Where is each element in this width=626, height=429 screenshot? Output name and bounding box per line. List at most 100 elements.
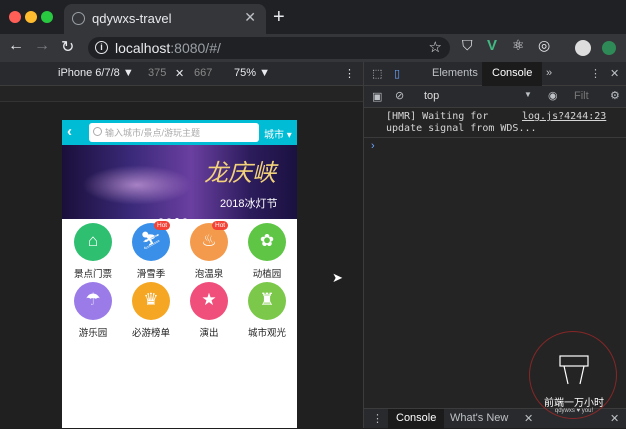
zoom-select[interactable]: 75% ▼	[234, 67, 270, 79]
category-label: 动植园	[252, 269, 282, 280]
mobile-page: ‹ 输入城市/景点/游玩主题 城市 ▾ 龙庆峡 2018冰灯节 ⌂ 景点门票 ⛷ Ho…	[62, 120, 297, 428]
dimension-times: ✕	[175, 68, 185, 80]
close-window-button[interactable]	[9, 11, 21, 23]
category-item[interactable]: ⛷ Hot 滑雪季	[122, 221, 180, 281]
eye-icon[interactable]: ◉	[548, 89, 558, 102]
app-header: ‹ 输入城市/景点/游玩主题 城市 ▾	[62, 120, 297, 145]
category-glyph-icon: ✿	[259, 231, 275, 250]
clear-console-icon[interactable]: ⊘	[395, 89, 404, 102]
tab-elements[interactable]: Elements	[432, 67, 478, 79]
category-item[interactable]: ⌂ 景点门票	[64, 223, 122, 281]
tab-title: qdywxs-travel	[92, 11, 172, 26]
category-item[interactable]: ☂ 游乐园	[64, 282, 122, 340]
forward-arrow-icon[interactable]: →	[34, 37, 50, 55]
watermark-icon	[559, 355, 589, 385]
filter-input[interactable]: Filt	[574, 90, 589, 102]
info-icon[interactable]: i	[95, 41, 108, 54]
category-icon: ♜	[248, 282, 286, 320]
banner-swiper[interactable]: 龙庆峡 2018冰灯节	[62, 145, 297, 219]
category-icon: ✿	[248, 223, 286, 261]
category-label: 景点门票	[73, 269, 112, 280]
watermark-logo: 前端一万小时 qdywxs ♥ you!	[529, 331, 617, 419]
category-label: 城市观光	[247, 328, 286, 339]
category-glyph-icon: ☂	[85, 290, 101, 309]
tab-close-icon[interactable]: ✕	[244, 9, 256, 26]
address-bar[interactable]: i localhost:8080/#/ ☆	[88, 37, 450, 59]
category-item[interactable]: ♨ Hot 泡温泉	[180, 221, 238, 281]
context-select[interactable]: top	[424, 90, 439, 102]
search-input[interactable]: 输入城市/景点/游玩主题	[89, 123, 259, 142]
shield-extension-icon[interactable]: ⛉	[462, 37, 473, 54]
device-ruler	[0, 86, 363, 102]
console-prompt-icon[interactable]: ›	[371, 140, 375, 152]
close-devtools-icon[interactable]: ✕	[610, 67, 619, 80]
category-icon: ★	[190, 282, 228, 320]
category-glyph-icon: ♛	[143, 290, 159, 309]
settings-gear-icon[interactable]: ⚙	[610, 89, 620, 102]
drawer-tab-console[interactable]: Console	[388, 409, 445, 429]
browser-title-bar: qdywxs-travel ✕ +	[0, 0, 626, 34]
category-item[interactable]: ♛ 必游榜单	[122, 282, 180, 340]
category-glyph-icon: ⛷	[140, 231, 162, 250]
category-icon: ⌂	[74, 223, 112, 261]
category-item[interactable]: ✿ 动植园	[238, 223, 296, 281]
green-extension-icon[interactable]	[602, 41, 616, 55]
category-label: 泡温泉	[194, 269, 224, 280]
category-label: 游乐园	[78, 328, 108, 339]
inspect-icon[interactable]: ⬚	[372, 67, 382, 80]
search-placeholder: 输入城市/景点/游玩主题	[105, 128, 201, 138]
banner-glow	[82, 165, 192, 205]
reload-icon[interactable]: ↻	[61, 37, 74, 57]
globe-icon	[72, 12, 85, 25]
back-arrow-icon[interactable]: ←	[8, 37, 24, 55]
device-toggle-icon[interactable]: ▯	[394, 67, 400, 80]
category-item[interactable]: ♜ 城市观光	[238, 282, 296, 340]
category-glyph-icon: ★	[201, 290, 217, 309]
watermark-title: 前端一万小时	[544, 398, 604, 409]
back-icon[interactable]: ‹	[67, 123, 72, 140]
new-tab-button[interactable]: +	[273, 6, 285, 29]
devtools-menu-icon[interactable]: ⋮	[590, 67, 601, 80]
context-dropdown-icon[interactable]: ▼	[524, 90, 532, 99]
category-item[interactable]: ★ 演出	[180, 282, 238, 340]
maximize-window-button[interactable]	[41, 11, 53, 23]
drawer-tab-whats-new[interactable]: What's New	[450, 412, 508, 424]
device-select[interactable]: iPhone 6/7/8 ▼	[58, 67, 134, 79]
category-glyph-icon: ♜	[259, 290, 275, 309]
devtools-tabs: ⬚ ▯ Elements Console » ⋮ ✕	[364, 62, 626, 86]
drawer-menu-icon[interactable]: ⋮	[372, 412, 383, 425]
mouse-cursor-icon: ➤	[332, 270, 343, 285]
profile-avatar[interactable]	[575, 40, 591, 56]
category-label: 演出	[199, 328, 219, 339]
swiper-pagination[interactable]	[159, 209, 199, 219]
browser-tab[interactable]: qdywxs-travel ✕	[64, 4, 266, 34]
category-glyph-icon: ♨	[201, 231, 217, 250]
console-toolbar: ▣ ⊘ top ▼ ◉ Filt ⚙	[364, 86, 626, 108]
hot-badge: Hot	[212, 221, 229, 230]
banner-subtitle: 2018冰灯节	[220, 198, 278, 210]
category-label: 必游榜单	[131, 328, 170, 339]
target-extension-icon[interactable]: ◎	[538, 37, 550, 54]
category-glyph-icon: ⌂	[87, 231, 99, 250]
more-tabs-icon[interactable]: »	[546, 67, 552, 79]
minimize-window-button[interactable]	[25, 11, 37, 23]
device-height[interactable]: 667	[194, 67, 212, 79]
tab-console[interactable]: Console	[482, 62, 543, 86]
watermark-subtitle: qdywxs ♥ you!	[554, 408, 594, 414]
sidebar-toggle-icon[interactable]: ▣	[372, 90, 382, 103]
device-toolbar: iPhone 6/7/8 ▼ 375 ✕ 667 75% ▼ ⋮	[0, 62, 363, 86]
browser-nav-bar: ← → ↻ i localhost:8080/#/ ☆ ⛉ V ⚛ ◎	[0, 34, 626, 62]
hot-badge: Hot	[154, 221, 171, 230]
console-message: [HMR] Waiting for update signal from WDS…	[386, 111, 537, 134]
react-devtools-icon[interactable]: ⚛	[512, 37, 525, 54]
category-label: 滑雪季	[136, 269, 166, 280]
console-message-row: [HMR] Waiting for update signal from WDS…	[364, 108, 626, 138]
city-select[interactable]: 城市 ▾	[264, 126, 292, 141]
vue-devtools-icon[interactable]: V	[487, 37, 497, 54]
bookmark-star-icon[interactable]: ☆	[429, 38, 442, 56]
console-source-link[interactable]: log.js?4244:23	[522, 111, 606, 122]
device-width[interactable]: 375	[148, 67, 166, 79]
url-text: localhost:8080/#/	[115, 40, 221, 56]
device-more-icon[interactable]: ⋮	[344, 67, 355, 80]
category-icon: ♛	[132, 282, 170, 320]
